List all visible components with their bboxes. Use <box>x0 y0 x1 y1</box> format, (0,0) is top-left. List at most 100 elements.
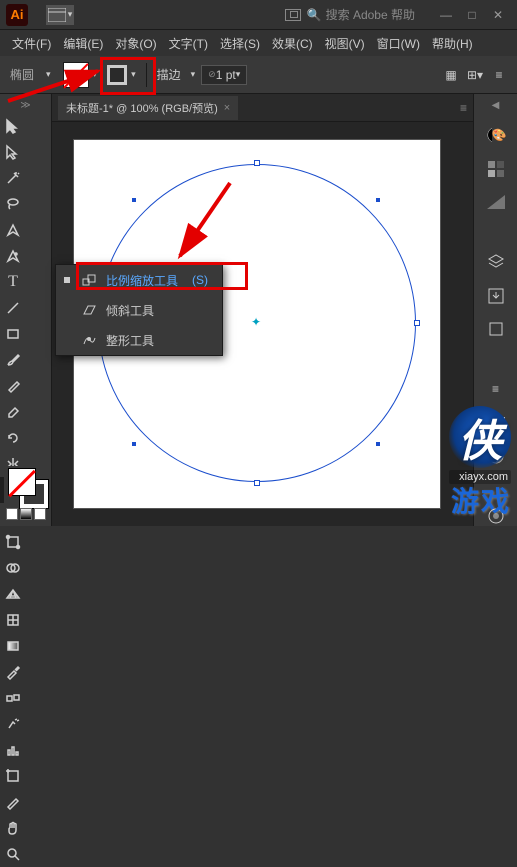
caret-down-icon[interactable]: ▾ <box>131 69 136 80</box>
artboards-panel-icon[interactable] <box>485 320 507 340</box>
right-panel-strip: ◀ 🎨 ≡ <box>473 94 517 526</box>
blend-tool[interactable] <box>0 685 26 711</box>
flyout-shortcut: (S) <box>192 273 208 287</box>
column-graph-tool[interactable] <box>0 737 26 763</box>
shear-tool-icon <box>80 301 98 319</box>
color-guide-panel-icon[interactable] <box>485 193 507 213</box>
shape-builder-tool[interactable] <box>0 555 26 581</box>
active-indicator-icon <box>64 277 70 283</box>
menu-window[interactable]: 窗口(W) <box>373 33 424 54</box>
free-transform-tool[interactable] <box>0 529 26 555</box>
anchor-point[interactable] <box>376 198 380 202</box>
fill-color-swatch[interactable] <box>8 468 36 496</box>
menu-view[interactable]: 视图(V) <box>321 33 369 54</box>
document-setup-icon[interactable] <box>285 9 301 21</box>
selection-tool[interactable] <box>0 113 26 139</box>
zoom-tool[interactable] <box>0 841 26 867</box>
flyout-reshape-tool[interactable]: 整形工具 <box>56 325 222 355</box>
stroke-label: 描边 <box>157 66 181 83</box>
color-mode-icon[interactable] <box>6 508 18 520</box>
curvature-tool[interactable] <box>0 243 26 269</box>
pen-tool[interactable] <box>0 217 26 243</box>
eraser-tool[interactable] <box>0 399 26 425</box>
selection-handle-e[interactable] <box>414 320 420 326</box>
layers-panel-icon[interactable] <box>485 252 507 272</box>
align-panel-icon[interactable]: ▦ <box>443 67 459 83</box>
reshape-tool-icon <box>80 331 98 349</box>
gradient-tool[interactable] <box>0 633 26 659</box>
scale-tool-flyout: 比例缩放工具 (S) 倾斜工具 整形工具 <box>55 264 223 356</box>
slice-tool[interactable] <box>0 789 26 815</box>
window-close[interactable]: ✕ <box>485 5 511 25</box>
flyout-label: 倾斜工具 <box>106 302 154 319</box>
magic-wand-tool[interactable] <box>0 165 26 191</box>
document-tab[interactable]: 未标题-1* @ 100% (RGB/预览) × <box>58 96 238 120</box>
search-icon: 🔍 <box>307 8 322 22</box>
hand-tool[interactable] <box>0 815 26 841</box>
menubar: 文件(F) 编辑(E) 对象(O) 文字(T) 选择(S) 效果(C) 视图(V… <box>0 30 517 56</box>
menu-type[interactable]: 文字(T) <box>165 33 212 54</box>
window-minimize[interactable]: — <box>433 5 459 25</box>
menu-select[interactable]: 选择(S) <box>216 33 264 54</box>
menu-help[interactable]: 帮助(H) <box>428 33 477 54</box>
transparency-panel-icon[interactable] <box>485 447 507 467</box>
transform-panel-icon[interactable]: ⊞▾ <box>467 67 483 83</box>
tab-overflow-icon[interactable]: ≡ <box>460 101 467 115</box>
rectangle-tool[interactable] <box>0 321 26 347</box>
shaper-tool[interactable] <box>0 373 26 399</box>
direct-selection-tool[interactable] <box>0 139 26 165</box>
perspective-grid-tool[interactable] <box>0 581 26 607</box>
selection-handle-s[interactable] <box>254 480 260 486</box>
caret-down-icon[interactable]: ▾ <box>191 69 196 80</box>
center-point-icon: ✦ <box>251 315 261 329</box>
active-tool-label: 椭圆 <box>10 66 34 83</box>
caret-down-icon[interactable]: ▾ <box>93 69 98 80</box>
arrange-documents-button[interactable]: ▾ <box>46 5 74 25</box>
none-mode-icon[interactable] <box>34 508 46 520</box>
menu-file[interactable]: 文件(F) <box>8 33 55 54</box>
help-search[interactable]: 🔍 搜索 Adobe 帮助 <box>307 6 415 23</box>
stroke-weight-input[interactable]: ⊘ 1 pt ▾ <box>201 65 247 85</box>
caret-down-icon: ▾ <box>68 9 73 20</box>
type-tool[interactable]: T <box>0 269 26 295</box>
artboard-tool[interactable] <box>0 763 26 789</box>
flyout-label: 比例缩放工具 <box>106 272 178 289</box>
rotate-tool[interactable] <box>0 425 26 451</box>
scale-tool-icon <box>80 271 98 289</box>
app-logo: Ai <box>6 4 28 26</box>
stroke-panel-icon[interactable]: ≡ <box>485 380 507 400</box>
menu-object[interactable]: 对象(O) <box>111 33 160 54</box>
swatches-panel-icon[interactable] <box>485 159 507 179</box>
menu-edit[interactable]: 编辑(E) <box>59 33 107 54</box>
control-bar: 椭圆 ▾ ▾ ▾ 描边 ▾ ⊘ 1 pt ▾ ▦ ⊞▾ ≡ <box>0 56 517 94</box>
gradient-mode-icon[interactable] <box>20 508 32 520</box>
document-tabs: 未标题-1* @ 100% (RGB/预览) × ≡ <box>52 94 473 122</box>
anchor-point[interactable] <box>132 442 136 446</box>
mesh-tool[interactable] <box>0 607 26 633</box>
titlebar: Ai ▾ 🔍 搜索 Adobe 帮助 — □ ✕ <box>0 0 517 30</box>
search-placeholder: 搜索 Adobe 帮助 <box>326 6 415 23</box>
lasso-tool[interactable] <box>0 191 26 217</box>
symbol-sprayer-tool[interactable] <box>0 711 26 737</box>
caret-down-icon[interactable]: ▾ <box>46 69 51 80</box>
color-panel-icon[interactable]: 🎨 <box>485 125 507 145</box>
line-tool[interactable] <box>0 295 26 321</box>
flyout-scale-tool[interactable]: 比例缩放工具 (S) <box>56 265 222 295</box>
paintbrush-tool[interactable] <box>0 347 26 373</box>
flyout-label: 整形工具 <box>106 332 154 349</box>
asset-export-panel-icon[interactable] <box>485 286 507 306</box>
eyedropper-tool[interactable] <box>0 659 26 685</box>
fill-swatch[interactable] <box>63 62 89 88</box>
expand-panels-icon[interactable]: ◀ <box>492 100 500 111</box>
appearance-panel-icon[interactable] <box>485 507 507 527</box>
menu-effect[interactable]: 效果(C) <box>268 33 317 54</box>
gradient-panel-icon[interactable] <box>485 413 507 433</box>
window-maximize[interactable]: □ <box>459 5 485 25</box>
stroke-swatch[interactable] <box>107 65 127 85</box>
anchor-point[interactable] <box>376 442 380 446</box>
panel-menu-icon[interactable]: ≡ <box>491 67 507 83</box>
anchor-point[interactable] <box>132 198 136 202</box>
flyout-shear-tool[interactable]: 倾斜工具 <box>56 295 222 325</box>
tab-close-button[interactable]: × <box>224 102 230 114</box>
selection-handle-n[interactable] <box>254 160 260 166</box>
